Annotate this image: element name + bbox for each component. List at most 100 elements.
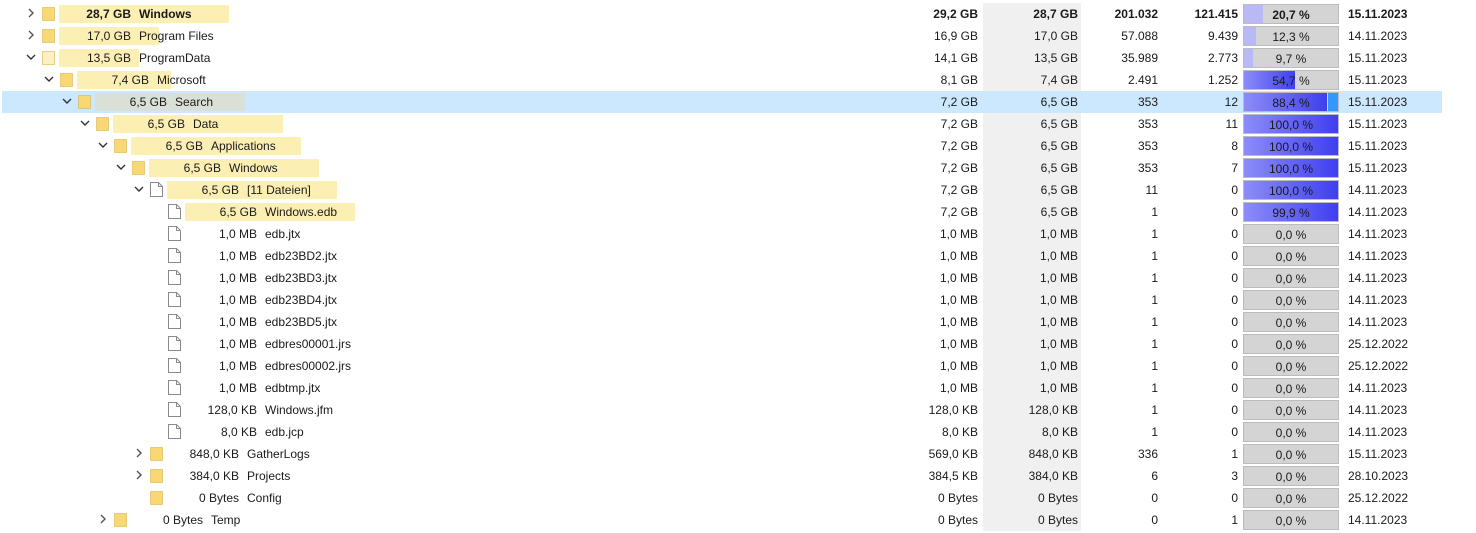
allocated-cell: 1,0 MB	[939, 359, 978, 373]
tree-row[interactable]: 0 Bytes Config 0 Bytes 0 Bytes 0 0 0,0 % 25.12.…	[0, 487, 1476, 509]
percent-bar: 0,0 %	[1243, 268, 1339, 288]
tree-row[interactable]: 6,5 GB Applications 7,2 GB 6,5 GB 353 8 100,0 …	[0, 135, 1476, 157]
date-cell: 15.11.2023	[1348, 161, 1408, 175]
percent-label: 0,0 %	[1275, 338, 1307, 352]
folders-cell: 0	[1231, 183, 1238, 197]
tree-size-label: 1,0 MB	[218, 315, 257, 329]
tree-row[interactable]: 1,0 MB edbres00001.jrs 1,0 MB 1,0 MB 1 0 0,0 %…	[0, 333, 1476, 355]
tree-row[interactable]: 28,7 GB Windows 29,2 GB 28,7 GB 201.032 121.4…	[0, 3, 1476, 25]
percent-label: 0,0 %	[1275, 514, 1307, 528]
files-cell: 1	[1151, 293, 1158, 307]
folder-icon	[150, 446, 163, 461]
tree-row[interactable]: 1,0 MB edb23BD2.jtx 1,0 MB 1,0 MB 1 0 0,0 % 14.…	[0, 245, 1476, 267]
chevron-down-icon[interactable]	[42, 72, 56, 86]
chevron-right-icon[interactable]	[24, 6, 38, 20]
chevron-down-icon[interactable]	[78, 116, 92, 130]
tree-row[interactable]: 1,0 MB edb23BD3.jtx 1,0 MB 1,0 MB 1 0 0,0 % 14.…	[0, 267, 1476, 289]
percent-bar: 0,0 %	[1243, 422, 1339, 442]
chevron-right-icon[interactable]	[132, 446, 146, 460]
tree-row[interactable]: 6,5 GB Data 7,2 GB 6,5 GB 353 11 100,0 % 15.11.…	[0, 113, 1476, 135]
file-icon	[168, 358, 181, 373]
percent-label: 99,9 %	[1272, 206, 1310, 220]
tree-name-label: Applications	[211, 139, 276, 153]
tree-name-label: edb.jcp	[265, 425, 304, 439]
percent-bar: 0,0 %	[1243, 378, 1339, 398]
size-cell: 1,0 MB	[1039, 359, 1078, 373]
tree-name-label: Search	[175, 95, 214, 109]
tree-size-label: 6,5 GB	[147, 117, 185, 131]
percent-label: 0,0 %	[1275, 382, 1307, 396]
file-icon	[168, 402, 181, 417]
size-cell: 6,5 GB	[1040, 117, 1078, 131]
percent-label: 0,0 %	[1275, 470, 1307, 484]
chevron-right-icon[interactable]	[96, 512, 110, 526]
tree-row[interactable]: 0 Bytes Temp 0 Bytes 0 Bytes 0 1 0,0 % 14.11.20…	[0, 509, 1476, 531]
size-cell: 6,5 GB	[1040, 161, 1078, 175]
tree-row[interactable]: 6,5 GB Windows 7,2 GB 6,5 GB 353 7 100,0 % 15.1…	[0, 157, 1476, 179]
tree-name-label: edb23BD2.jtx	[265, 249, 338, 263]
percent-bar: 0,0 %	[1243, 334, 1339, 354]
tree-row[interactable]: 6,5 GB [11 Dateien] 7,2 GB 6,5 GB 11 0 100,0 %…	[0, 179, 1476, 201]
percent-bar: 0,0 %	[1243, 290, 1339, 310]
tree-name-label: edb.jtx	[265, 227, 301, 241]
tree-row[interactable]: 1,0 MB edb23BD5.jtx 1,0 MB 1,0 MB 1 0 0,0 % 14.…	[0, 311, 1476, 333]
tree-name-label: edb23BD5.jtx	[265, 315, 338, 329]
size-cell: 6,5 GB	[1040, 95, 1078, 109]
folders-cell: 0	[1231, 403, 1238, 417]
date-cell: 25.12.2022	[1348, 359, 1409, 373]
tree-row[interactable]: 1,0 MB edbtmp.jtx 1,0 MB 1,0 MB 1 0 0,0 % 14.11…	[0, 377, 1476, 399]
chevron-down-icon[interactable]	[114, 160, 128, 174]
tree-row[interactable]: 128,0 KB Windows.jfm 128,0 KB 128,0 KB 1 0 0,0…	[0, 399, 1476, 421]
chevron-right-icon[interactable]	[24, 28, 38, 42]
tree-row[interactable]: 384,0 KB Projects 384,5 KB 384,0 KB 6 3 0,0 % 2…	[0, 465, 1476, 487]
tree-row[interactable]: 1,0 MB edbres00002.jrs 1,0 MB 1,0 MB 1 0 0,0 %…	[0, 355, 1476, 377]
tree-name-label: edb23BD4.jtx	[265, 293, 338, 307]
date-cell: 14.11.2023	[1348, 205, 1408, 219]
tree-size-label: 128,0 KB	[207, 403, 257, 417]
percent-bar: 100,0 %	[1243, 158, 1339, 178]
percent-label: 12,3 %	[1272, 30, 1310, 44]
allocated-cell: 14,1 GB	[933, 51, 978, 65]
folders-cell: 1	[1231, 513, 1238, 527]
files-cell: 353	[1137, 139, 1158, 153]
tree-row[interactable]: 17,0 GB Program Files 16,9 GB 17,0 GB 57.088…	[0, 25, 1476, 47]
date-cell: 14.11.2023	[1348, 29, 1408, 43]
tree-name-label: Windows.jfm	[265, 403, 334, 417]
folders-cell: 0	[1231, 315, 1238, 329]
tree-row[interactable]: 6,5 GB Search 7,2 GB 6,5 GB 353 12 88,4 % 15.11…	[0, 91, 1476, 113]
files-cell: 57.088	[1121, 29, 1158, 43]
tree-row[interactable]: 6,5 GB Windows.edb 7,2 GB 6,5 GB 1 0 99,9 % 14.…	[0, 201, 1476, 223]
folders-cell: 2.773	[1207, 51, 1238, 65]
date-cell: 15.11.2023	[1348, 139, 1408, 153]
chevron-down-icon[interactable]	[60, 94, 74, 108]
chevron-down-icon[interactable]	[96, 138, 110, 152]
date-cell: 14.11.2023	[1348, 381, 1408, 395]
chevron-right-icon[interactable]	[132, 468, 146, 482]
chevron-down-icon[interactable]	[24, 50, 38, 64]
file-icon	[168, 270, 181, 285]
percent-bar: 100,0 %	[1243, 136, 1339, 156]
folders-cell: 1	[1231, 447, 1238, 461]
size-cell: 6,5 GB	[1040, 205, 1078, 219]
percent-bar: 0,0 %	[1243, 356, 1339, 376]
tree-row[interactable]: 13,5 GB ProgramData 14,1 GB 13,5 GB 35.989 2.…	[0, 47, 1476, 69]
files-cell: 1	[1151, 249, 1158, 263]
chevron-down-icon[interactable]	[132, 182, 146, 196]
size-cell: 1,0 MB	[1039, 381, 1078, 395]
tree-row[interactable]: 7,4 GB Microsoft 8,1 GB 7,4 GB 2.491 1.252 54,…	[0, 69, 1476, 91]
size-cell: 0 Bytes	[1037, 513, 1078, 527]
tree-row[interactable]: 8,0 KB edb.jcp 8,0 KB 8,0 KB 1 0 0,0 % 14.11.20…	[0, 421, 1476, 443]
files-cell: 2.491	[1127, 73, 1158, 87]
percent-bar: 99,9 %	[1243, 202, 1339, 222]
percent-label: 9,7 %	[1275, 52, 1307, 66]
files-cell: 1	[1151, 425, 1158, 439]
tree-row[interactable]: 1,0 MB edb.jtx 1,0 MB 1,0 MB 1 0 0,0 % 14.11.20…	[0, 223, 1476, 245]
date-cell: 15.11.2023	[1348, 73, 1408, 87]
allocated-cell: 8,1 GB	[940, 73, 978, 87]
tree-row[interactable]: 848,0 KB GatherLogs 569,0 KB 848,0 KB 336 1 0,…	[0, 443, 1476, 465]
folders-cell: 0	[1231, 381, 1238, 395]
percent-label: 0,0 %	[1275, 228, 1307, 242]
files-cell: 353	[1137, 95, 1158, 109]
allocated-cell: 384,5 KB	[928, 469, 978, 483]
tree-row[interactable]: 1,0 MB edb23BD4.jtx 1,0 MB 1,0 MB 1 0 0,0 % 14.…	[0, 289, 1476, 311]
